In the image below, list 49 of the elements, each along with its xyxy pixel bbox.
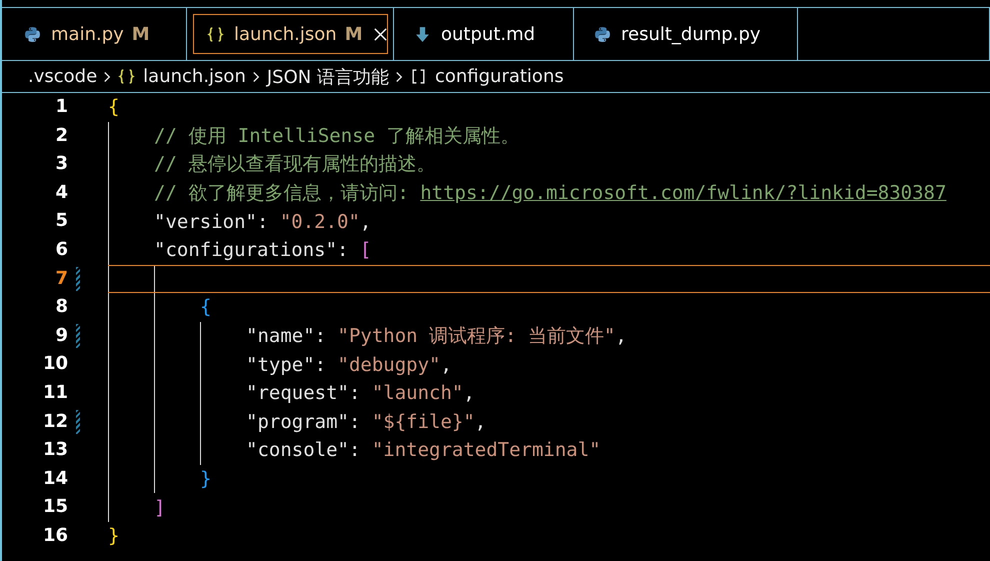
line-number: 16	[42, 524, 68, 548]
code-line: {	[200, 296, 212, 318]
line-number: 4	[54, 180, 68, 205]
python-icon	[24, 26, 41, 42]
line-number: 8	[54, 295, 68, 320]
braces-icon	[118, 68, 136, 85]
line-number: 3	[54, 152, 68, 176]
line-number: 7	[54, 266, 68, 291]
code-line: {	[108, 96, 120, 118]
breadcrumb-item[interactable]: launch.json	[118, 66, 246, 87]
code-line: // 欲了解更多信息，请访问: https://go.microsoft.com/fwlink/?linkid=830387	[154, 181, 946, 206]
modified-indicator: M	[132, 24, 150, 44]
editor-tab[interactable]: launch.json M	[187, 8, 394, 60]
line-number: 2	[54, 124, 68, 148]
editor-tab[interactable]: result_dump.py	[574, 8, 798, 60]
code-line: // 悬停以查看现有属性的描述。	[154, 152, 436, 178]
code-line: "configurations": [	[154, 239, 372, 262]
code-line: "name": "Python 调试程序: 当前文件",	[246, 324, 627, 350]
code-line: "console": "integratedTerminal"	[246, 439, 601, 462]
braces-icon	[207, 26, 224, 42]
code-line: }	[200, 468, 212, 490]
code-line: "program": "${file}",	[246, 410, 486, 433]
code-line: "version": "0.2.0",	[154, 210, 372, 233]
code-line: }	[108, 525, 120, 548]
line-number: 13	[42, 438, 68, 462]
line-number: 6	[54, 238, 68, 262]
line-number: 15	[42, 495, 68, 520]
breadcrumb-item[interactable]: .vscode	[28, 66, 98, 87]
line-number: 9	[54, 324, 68, 348]
breadcrumb-item[interactable]: JSON 语言功能	[266, 64, 389, 88]
code-line: "request": "launch",	[246, 382, 475, 404]
breadcrumb-item[interactable]: configurations	[410, 66, 564, 87]
code-line: ]	[154, 496, 166, 519]
link[interactable]: https://go.microsoft.com/fwlink/?linkid=830387	[420, 182, 946, 204]
close-icon[interactable]	[372, 26, 388, 42]
line-number: 12	[42, 410, 68, 434]
line-number: 11	[42, 380, 68, 405]
editor-tab[interactable]: main.py M	[2, 8, 187, 60]
line-number: 14	[42, 466, 68, 491]
editor-tab[interactable]: output.md	[394, 8, 574, 60]
line-number: 1	[54, 95, 68, 119]
python-icon	[594, 26, 611, 42]
down-arrow-icon	[414, 26, 431, 42]
code-line: "type": "debugpy",	[246, 354, 452, 376]
modified-indicator: M	[344, 24, 363, 44]
brackets-icon	[410, 68, 427, 85]
line-number: 10	[42, 352, 68, 376]
code-line: // 使用 IntelliSense 了解相关属性。	[154, 124, 520, 149]
line-number: 5	[54, 209, 68, 234]
